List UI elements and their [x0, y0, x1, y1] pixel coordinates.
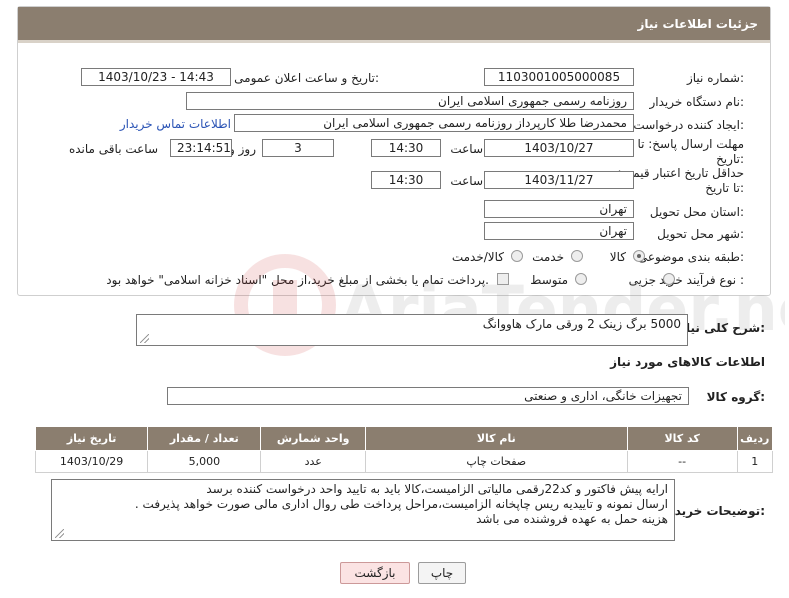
- buyer-note-line: ارایه پیش فاکتور و کد22رقمی مالیاتی الزا…: [206, 482, 668, 496]
- price-validity-time-label: ساعت: [450, 174, 483, 188]
- category-goods-service-radio[interactable]: [511, 250, 523, 262]
- buyer-org-label: نام دستگاه خریدار:: [649, 95, 745, 109]
- table-row[interactable]: 1 -- صفحات چاپ عدد 5,000 1403/10/29: [34, 450, 774, 473]
- description-textarea[interactable]: 5000 برگ زینک 2 ورقی مارک هاووانگ: [136, 314, 688, 346]
- province-field[interactable]: تهران: [484, 200, 634, 218]
- days-label: روز و: [229, 142, 256, 156]
- reply-date-field[interactable]: 1403/10/27: [484, 139, 634, 157]
- category-goods-service-label: کالا/خدمت: [451, 250, 504, 264]
- reply-deadline-label: مهلت ارسال پاسخ: تا تاریخ:: [637, 137, 744, 166]
- treasury-payment-note: پرداخت تمام یا بخشی از مبلغ خرید،از محل …: [106, 273, 489, 287]
- category-label: طبقه بندی موضوعی:: [637, 250, 744, 264]
- quantity-cell: 5,000: [147, 450, 262, 473]
- treasury-payment-checkbox[interactable]: [497, 273, 509, 285]
- goods-name-cell: صفحات چاپ: [364, 450, 628, 473]
- category-service-label: خدمت: [532, 250, 564, 264]
- process-medium-radio[interactable]: [575, 273, 587, 285]
- need-date-cell: 1403/10/29: [34, 450, 149, 473]
- category-goods-radio[interactable]: [633, 250, 645, 262]
- goods-table: ردیف کد کالا نام کالا واحد شمارش تعداد /…: [34, 426, 774, 473]
- goods-table-header: ردیف کد کالا نام کالا واحد شمارش تعداد /…: [34, 426, 774, 451]
- panel-title: جزئیات اطلاعات نیاز: [637, 17, 758, 31]
- process-minor-radio[interactable]: [663, 273, 675, 285]
- creator-field[interactable]: محمدرضا طلا کارپرداز روزنامه رسمی جمهوری…: [234, 114, 634, 132]
- remaining-label: ساعت باقی مانده: [68, 142, 158, 156]
- description-label: شرح کلی نیاز:: [679, 321, 765, 335]
- goods-group-field[interactable]: تجهیزات خانگی، اداری و صنعتی: [167, 387, 689, 405]
- resize-grip-icon[interactable]: [140, 334, 149, 343]
- announce-datetime-label: تاریخ و ساعت اعلان عمومی:: [234, 71, 379, 85]
- goods-code-cell: --: [626, 450, 738, 473]
- city-field[interactable]: تهران: [484, 222, 634, 240]
- back-button[interactable]: بازگشت: [340, 562, 410, 584]
- days-remaining-field[interactable]: 3: [262, 139, 334, 157]
- need-number-label: شماره نیاز:: [686, 71, 744, 85]
- remaining-time-field[interactable]: 23:14:51: [170, 139, 232, 157]
- price-validity-time-field[interactable]: 14:30: [371, 171, 441, 189]
- buyer-note-line: هزینه حمل به عهده فروشنده می باشد: [476, 512, 668, 526]
- row-number-cell: 1: [736, 450, 774, 473]
- process-medium-label: متوسط: [530, 273, 568, 287]
- goods-group-label: گروه کالا:: [706, 390, 765, 404]
- province-label: استان محل تحویل:: [649, 205, 744, 219]
- col-date-header: تاریخ نیاز: [34, 426, 149, 451]
- description-text: 5000 برگ زینک 2 ورقی مارک هاووانگ: [482, 317, 681, 331]
- reply-time-label: ساعت: [450, 142, 483, 156]
- buyer-notes-label: توضیحات خریدار:: [663, 504, 765, 518]
- category-service-radio[interactable]: [571, 250, 583, 262]
- creator-label: ایجاد کننده درخواست:: [633, 118, 744, 132]
- unit-cell: عدد: [260, 450, 366, 473]
- col-quantity-header: تعداد / مقدار: [147, 426, 262, 451]
- print-button[interactable]: چاپ: [418, 562, 466, 584]
- city-label: شهر محل تحویل:: [657, 227, 744, 241]
- col-code-header: کد کالا: [626, 426, 738, 451]
- price-validity-date-field[interactable]: 1403/11/27: [484, 171, 634, 189]
- reply-time-field[interactable]: 14:30: [371, 139, 441, 157]
- col-unit-header: واحد شمارش: [260, 426, 366, 451]
- resize-grip-icon[interactable]: [55, 529, 64, 538]
- goods-info-title: اطلاعات کالاهای مورد نیاز: [610, 355, 765, 369]
- buyer-contact-link[interactable]: اطلاعات تماس خریدار: [120, 117, 231, 131]
- announce-datetime-field[interactable]: 1403/10/23 - 14:43: [81, 68, 231, 86]
- panel-header: جزئیات اطلاعات نیاز: [18, 7, 770, 43]
- process-minor-label: جزیی: [628, 273, 656, 287]
- buyer-notes-textarea[interactable]: ارایه پیش فاکتور و کد22رقمی مالیاتی الزا…: [51, 479, 675, 541]
- col-name-header: نام کالا: [364, 426, 628, 451]
- category-goods-label: کالا: [609, 250, 626, 264]
- buyer-note-line: ارسال نمونه و تاییدیه ریس چاپخانه الزامی…: [134, 497, 668, 511]
- col-row-header: ردیف: [736, 426, 774, 451]
- need-number-field[interactable]: 1103001005000085: [484, 68, 634, 86]
- buyer-org-field[interactable]: روزنامه رسمی جمهوری اسلامی ایران: [186, 92, 634, 110]
